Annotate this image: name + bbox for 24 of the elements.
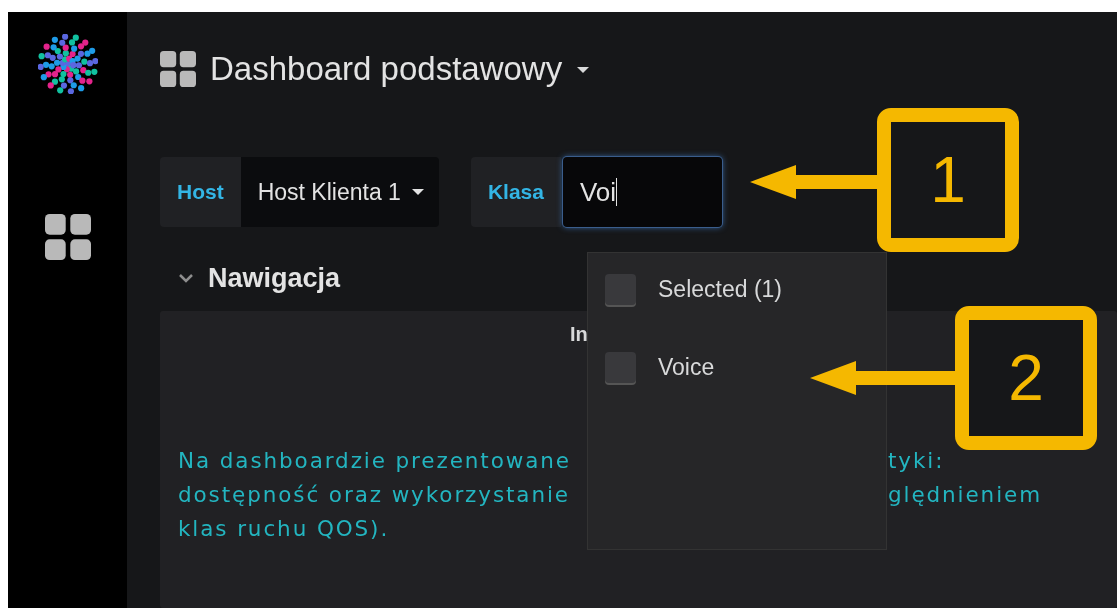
dashboard-icon[interactable] — [160, 51, 196, 87]
panel-text: tyki: — [888, 447, 946, 475]
variable-label: Host — [160, 157, 241, 227]
caret-icon — [410, 187, 425, 197]
dashboards-icon[interactable] — [44, 214, 91, 260]
annotation-number: 1 — [877, 108, 1019, 252]
panel-text: ględnieniem — [888, 481, 1043, 509]
checkbox[interactable] — [605, 273, 636, 305]
variable-input[interactable]: Voi — [562, 157, 722, 227]
panel-title: In — [570, 323, 589, 346]
panel-text: dostępność oraz wykorzystanie — [178, 481, 571, 509]
variable-label: Klasa — [470, 157, 561, 227]
panel-text: Na dashboardzie prezentowane — [178, 447, 572, 475]
row-title[interactable]: Nawigacja — [208, 262, 341, 294]
option-label[interactable]: Voice — [658, 353, 715, 381]
caret-icon[interactable] — [576, 64, 591, 74]
dashboard-title[interactable]: Dashboard podstawowy — [210, 50, 563, 88]
chevron-icon[interactable] — [178, 273, 194, 283]
variable-select[interactable]: Host Klienta 1 — [240, 157, 439, 227]
option-label[interactable]: Selected (1) — [658, 275, 782, 303]
checkbox[interactable] — [605, 351, 636, 383]
annotation-number: 2 — [955, 306, 1097, 450]
panel-text: klas ruchu QOS). — [178, 515, 391, 543]
logo-icon[interactable] — [37, 34, 98, 94]
